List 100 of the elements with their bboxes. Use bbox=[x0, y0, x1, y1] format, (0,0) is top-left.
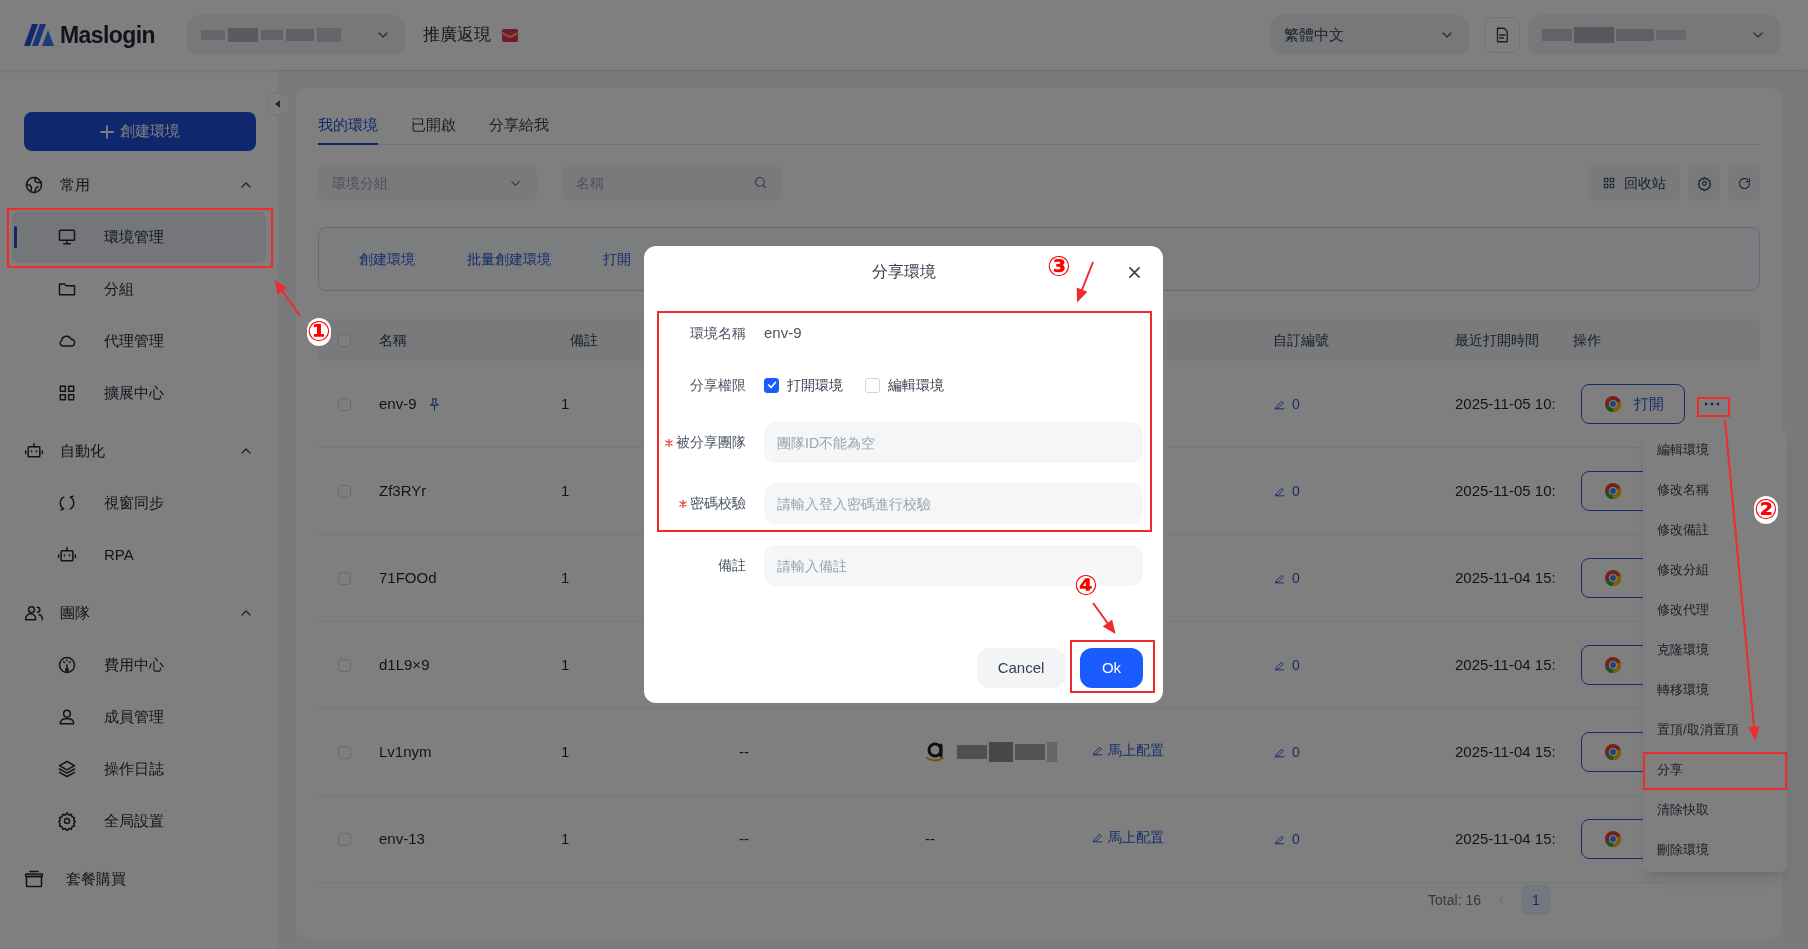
sidebar-item[interactable]: 分組 bbox=[12, 263, 266, 315]
document-button[interactable] bbox=[1484, 17, 1520, 53]
sidebar-item[interactable]: RPA bbox=[12, 529, 266, 581]
sidebar-item-label: 代理管理 bbox=[104, 330, 164, 351]
field-label: 被分享團隊 bbox=[676, 433, 746, 452]
menu-item[interactable]: 置頂/取消置頂 bbox=[1657, 720, 1739, 740]
sidebar-item-label: 成員管理 bbox=[104, 706, 164, 727]
create-environment-button[interactable]: 創建環境 bbox=[24, 112, 256, 151]
action-link[interactable]: 打開 bbox=[603, 248, 631, 270]
custom-id-link[interactable]: 0 bbox=[1292, 393, 1300, 415]
sidebar-item[interactable]: 操作日誌 bbox=[12, 743, 266, 795]
custom-id-link[interactable]: 0 bbox=[1292, 567, 1300, 589]
custom-id-link[interactable]: 0 bbox=[1292, 741, 1300, 763]
column-header: 最近打開時間 bbox=[1455, 330, 1539, 350]
sidebar-item[interactable]: 成員管理 bbox=[12, 691, 266, 743]
sidebar-group[interactable]: 常用 bbox=[0, 159, 278, 211]
sync-icon bbox=[57, 493, 77, 513]
column-header: 操作 bbox=[1573, 330, 1601, 350]
sidebar-item-label: 環境管理 bbox=[104, 226, 164, 247]
table-cell: 2025-11-04 15: bbox=[1455, 743, 1556, 760]
table-cell-text: -- bbox=[925, 828, 935, 849]
tab[interactable]: 我的環境 bbox=[318, 108, 378, 145]
refresh-icon bbox=[1736, 175, 1752, 191]
sidebar-group[interactable]: 團隊 bbox=[0, 587, 278, 639]
sidebar-item-label: RPA bbox=[104, 544, 134, 565]
sidebar-group-label: 常用 bbox=[60, 174, 91, 195]
table-cell-text: d1L9×9 bbox=[379, 654, 430, 675]
dialog-title: 分享環境 bbox=[871, 262, 936, 282]
browser-icon bbox=[1604, 482, 1622, 500]
input-field[interactable]: 團隊ID不能為空 bbox=[764, 422, 1143, 463]
menu-item[interactable]: 修改代理 bbox=[1657, 600, 1709, 620]
configure-link[interactable]: 馬上配置 bbox=[1091, 740, 1164, 761]
table-cell: 1 bbox=[561, 830, 570, 847]
menu-item[interactable]: 編輯環境 bbox=[1657, 440, 1709, 460]
sidebar-item[interactable]: 環境管理 bbox=[12, 211, 266, 263]
language-select[interactable]: 繁體中文 bbox=[1270, 15, 1469, 55]
collapse-button[interactable] bbox=[266, 92, 290, 116]
refresh-button[interactable] bbox=[1728, 165, 1760, 201]
language-value: 繁體中文 bbox=[1284, 24, 1344, 45]
menu-item[interactable]: 克隆環境 bbox=[1657, 640, 1709, 660]
menu-item[interactable]: 清除快取 bbox=[1657, 800, 1709, 820]
grid-icon bbox=[1602, 176, 1616, 190]
recycle-bin-button[interactable]: 回收站 bbox=[1588, 165, 1680, 201]
table-cell-text: env-13 bbox=[379, 828, 425, 849]
check-icon bbox=[766, 380, 777, 390]
settings-icon bbox=[1696, 175, 1712, 191]
settings-button[interactable] bbox=[1688, 165, 1720, 201]
custom-id-link[interactable]: 0 bbox=[1292, 480, 1300, 502]
input-field[interactable]: 請輸入登入密碼進行校驗 bbox=[764, 483, 1143, 524]
browser-icon bbox=[1604, 656, 1622, 674]
menu-item[interactable]: 修改分組 bbox=[1657, 560, 1709, 580]
grid-icon bbox=[57, 383, 77, 403]
more-icon bbox=[1704, 402, 1720, 406]
action-link[interactable]: 批量創建環境 bbox=[467, 248, 551, 270]
sidebar-item[interactable]: 擴展中心 bbox=[12, 367, 266, 419]
menu-item[interactable]: 分享 bbox=[1657, 760, 1683, 780]
sidebar-item-label: 費用中心 bbox=[104, 654, 164, 675]
column-header: 備註 bbox=[570, 330, 598, 350]
layers-icon bbox=[57, 759, 77, 779]
sidebar-group-label: 套餐購買 bbox=[66, 868, 127, 889]
page-button[interactable]: 1 bbox=[1521, 885, 1551, 915]
field-label: 備註 bbox=[718, 556, 746, 575]
menu-item[interactable]: 刪除環境 bbox=[1657, 840, 1709, 860]
column-header: 自訂編號 bbox=[1273, 330, 1329, 350]
table-cell: 2025-11-05 10: bbox=[1455, 395, 1556, 412]
custom-id-link[interactable]: 0 bbox=[1292, 654, 1300, 676]
action-link[interactable]: 創建環境 bbox=[359, 248, 415, 270]
table-cell-text: Zf3RYr bbox=[379, 480, 427, 501]
field-label: 環境名稱 bbox=[690, 323, 746, 343]
sidebar-group-label: 自動化 bbox=[60, 440, 106, 461]
sidebar-item-label: 分組 bbox=[104, 278, 134, 299]
table-cell: 2025-11-04 15: bbox=[1455, 656, 1556, 673]
tab[interactable]: 已開啟 bbox=[411, 108, 456, 145]
menu-item[interactable]: 修改名稱 bbox=[1657, 480, 1709, 500]
sidebar-item[interactable]: 全局設置 bbox=[12, 795, 266, 847]
sidebar-item-label: 操作日誌 bbox=[104, 758, 164, 779]
promo-link[interactable]: 推廣返現 bbox=[423, 22, 492, 48]
open-button[interactable]: 打開 bbox=[1581, 384, 1685, 424]
sidebar-group[interactable]: 自動化 bbox=[0, 425, 278, 477]
sidebar-item[interactable]: 代理管理 bbox=[12, 315, 266, 367]
sidebar-item[interactable]: 套餐購買 bbox=[0, 853, 278, 905]
table-cell: 1 bbox=[561, 395, 570, 412]
checkbox[interactable] bbox=[764, 377, 779, 393]
table-cell: 2025-11-04 15: bbox=[1455, 569, 1556, 586]
logo-icon bbox=[24, 24, 54, 46]
sidebar-item[interactable]: 費用中心 bbox=[12, 639, 266, 691]
sidebar-item[interactable]: 視窗同步 bbox=[12, 477, 266, 529]
menu-item[interactable]: 轉移環境 bbox=[1657, 680, 1709, 700]
robot-icon bbox=[24, 441, 44, 461]
robot-icon bbox=[57, 545, 77, 565]
table-cell: 1 bbox=[561, 743, 570, 760]
ok-button[interactable]: Ok bbox=[1080, 648, 1143, 688]
field-value: env-9 bbox=[764, 322, 802, 343]
tab[interactable]: 分享給我 bbox=[489, 108, 549, 145]
field-label: 密碼校驗 bbox=[690, 494, 746, 513]
cancel-button[interactable]: Cancel bbox=[977, 648, 1065, 688]
configure-link[interactable]: 馬上配置 bbox=[1091, 827, 1164, 848]
custom-id-link[interactable]: 0 bbox=[1292, 828, 1300, 850]
collapse-icon bbox=[273, 99, 283, 109]
menu-item[interactable]: 修改備註 bbox=[1657, 520, 1709, 540]
